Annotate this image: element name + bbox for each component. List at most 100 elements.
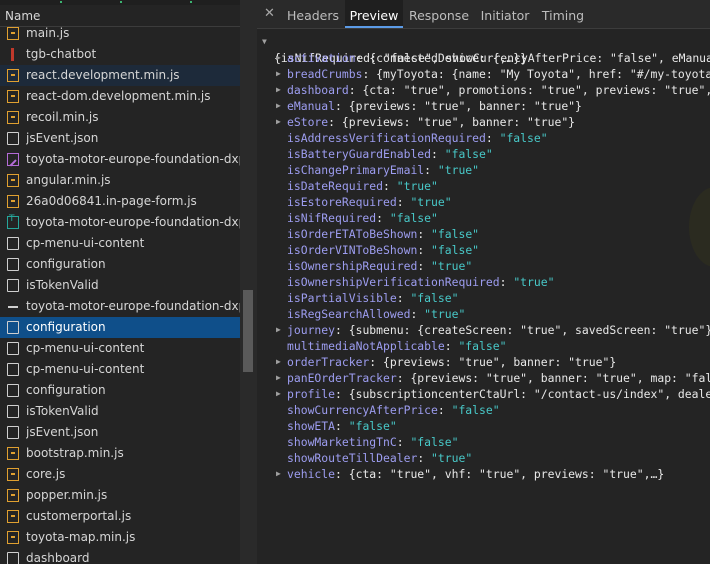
document-icon — [7, 384, 19, 397]
json-key: isDateRequired — [287, 179, 384, 193]
json-property-row: isOrderETAToBeShown: "false" — [257, 226, 710, 242]
document-icon — [7, 237, 19, 250]
request-row[interactable]: angular.min.js — [0, 170, 240, 191]
name-column-header[interactable]: Name — [0, 5, 240, 27]
tab-headers[interactable]: Headers — [282, 0, 344, 28]
request-row[interactable]: toyota-map.min.js — [0, 527, 240, 548]
request-row[interactable]: customerportal.js — [0, 506, 240, 527]
request-row[interactable]: jsEvent.json — [0, 128, 240, 149]
tab-timing[interactable]: Timing — [538, 0, 588, 28]
request-row[interactable]: configuration — [0, 380, 240, 401]
json-value: "false" — [499, 131, 548, 145]
tab-response[interactable]: Response — [406, 0, 472, 28]
request-name: toyota-motor-europe-foundation-dxp-m — [26, 299, 240, 313]
json-property-row: isOrderVINToBeShown: "false" — [257, 242, 710, 258]
json-value: {cta: "true", vhf: "true", previews: "tr… — [348, 467, 665, 481]
document-icon — [7, 363, 19, 376]
expand-triangle-icon[interactable]: ▶ — [276, 354, 281, 370]
request-row[interactable]: 26a0d06841.in-page-form.js — [0, 191, 240, 212]
js-file-icon — [7, 111, 19, 124]
request-row[interactable]: react.development.min.js — [0, 65, 240, 86]
json-key: dashboard — [287, 83, 349, 97]
json-property-row: isAddressVerificationRequired: "false" — [257, 130, 710, 146]
expand-triangle-icon[interactable]: ▶ — [276, 82, 281, 98]
json-property-row[interactable]: ▶ eManual: {previews: "true", banner: "tr… — [257, 98, 710, 114]
expand-triangle-icon[interactable]: ▶ — [276, 114, 281, 130]
json-property: isNifRequired: "false" — [287, 210, 438, 226]
json-property: activation: {connectedDevice: {,…}} — [287, 50, 527, 66]
key-separator: : — [335, 323, 349, 337]
json-property-row: isDateRequired: "true" — [257, 178, 710, 194]
request-row[interactable]: dashboard — [0, 548, 240, 564]
json-property-row[interactable]: ▶ orderTracker: {previews: "true", banner… — [257, 354, 710, 370]
json-property-row[interactable]: ▶ breadCrumbs: {myToyota: {name: "My Toyo… — [257, 66, 710, 82]
json-property-row[interactable]: ▶ profile: {subscriptioncenterCtaUrl: "/c… — [257, 386, 710, 402]
json-property-row[interactable]: ▶ dashboard: {cta: "true", promotions: "t… — [257, 82, 710, 98]
key-separator: : — [335, 99, 349, 113]
json-key: isOrderETAToBeShown — [287, 227, 418, 241]
request-row[interactable]: cp-menu-ui-content — [0, 338, 240, 359]
tab-label: Response — [408, 8, 470, 23]
json-value: {submenu: {createScreen: "true", savedSc… — [348, 323, 710, 337]
request-row[interactable]: toyota-motor-europe-foundation-dxp-fo — [0, 212, 240, 233]
json-property: isOrderETAToBeShown: "false" — [287, 226, 479, 242]
json-property-row[interactable]: ▶ vehicle: {cta: "true", vhf: "true", pre… — [257, 466, 710, 482]
json-key: eManual — [287, 99, 336, 113]
request-name: cp-menu-ui-content — [26, 236, 145, 250]
document-icon — [7, 342, 19, 355]
json-root-row[interactable]: ▼ {isNifRequired: "false", showCurrencyAf… — [257, 34, 710, 65]
expand-triangle-icon[interactable]: ▶ — [276, 98, 281, 114]
collapse-triangle-icon[interactable]: ▼ — [262, 34, 267, 50]
font-file-icon — [7, 214, 19, 229]
request-name: isTokenValid — [26, 404, 99, 418]
expand-triangle-icon[interactable]: ▶ — [276, 50, 281, 66]
json-value: {previews: "true", banner: "true", map: … — [410, 371, 710, 385]
request-row[interactable]: recoil.min.js — [0, 107, 240, 128]
json-key: isOrderVINToBeShown — [287, 243, 418, 257]
tab-label: Headers — [286, 8, 340, 23]
request-name: jsEvent.json — [26, 425, 99, 439]
request-row[interactable]: cp-menu-ui-content — [0, 359, 240, 380]
json-property-row[interactable]: ▶ eStore: {previews: "true", banner: "tru… — [257, 114, 710, 130]
json-property-row: showETA: "false" — [257, 418, 710, 434]
expand-triangle-icon[interactable]: ▶ — [276, 370, 281, 386]
request-name: configuration — [26, 320, 106, 334]
json-property-row[interactable]: ▶ activation: {connectedDevice: {,…}} — [257, 50, 710, 66]
request-row[interactable]: tgb-chatbot — [0, 44, 240, 65]
json-property-row: showRouteTillDealer: "true" — [257, 450, 710, 466]
json-key: isAddressVerificationRequired — [287, 131, 486, 145]
request-row[interactable]: configuration — [0, 317, 240, 338]
request-row[interactable]: toyota-motor-europe-foundation-dxp-in — [0, 149, 240, 170]
json-property-row[interactable]: ▶ journey: {submenu: {createScreen: "true… — [257, 322, 710, 338]
request-name: toyota-map.min.js — [26, 530, 136, 544]
json-value: {previews: "true", banner: "true"} — [383, 355, 617, 369]
request-row[interactable]: jsEvent.json — [0, 422, 240, 443]
json-value: "false" — [410, 291, 459, 305]
request-list-scrollbar[interactable] — [240, 0, 257, 564]
expand-triangle-icon[interactable]: ▶ — [276, 322, 281, 338]
tab-preview[interactable]: Preview — [345, 0, 403, 28]
request-row[interactable]: popper.min.js — [0, 485, 240, 506]
request-row[interactable]: toyota-motor-europe-foundation-dxp-m — [0, 296, 240, 317]
key-separator: : — [396, 435, 411, 449]
request-row[interactable]: bootstrap.min.js — [0, 443, 240, 464]
document-icon — [7, 426, 19, 439]
json-property: isDateRequired: "true" — [287, 178, 438, 194]
request-row[interactable]: configuration — [0, 254, 240, 275]
request-row[interactable]: isTokenValid — [0, 275, 240, 296]
expand-triangle-icon[interactable]: ▶ — [276, 386, 281, 402]
request-row[interactable]: cp-menu-ui-content — [0, 233, 240, 254]
request-row[interactable]: isTokenValid — [0, 401, 240, 422]
json-property: isBatteryGuardEnabled: "false" — [287, 146, 493, 162]
expand-triangle-icon[interactable]: ▶ — [276, 466, 281, 482]
key-separator: : — [355, 51, 370, 65]
expand-triangle-icon[interactable]: ▶ — [276, 66, 281, 82]
scrollbar-thumb[interactable] — [243, 290, 253, 372]
json-value: "true" — [431, 451, 473, 465]
json-preview-tree: ▼ {isNifRequired: "false", showCurrencyAf… — [257, 30, 710, 564]
request-row[interactable]: core.js — [0, 464, 240, 485]
close-icon[interactable]: ✕ — [264, 6, 275, 21]
tab-initiator[interactable]: Initiator — [475, 0, 535, 28]
json-property-row[interactable]: ▶ panEOrderTracker: {previews: "true", ba… — [257, 370, 710, 386]
request-row[interactable]: react-dom.development.min.js — [0, 86, 240, 107]
